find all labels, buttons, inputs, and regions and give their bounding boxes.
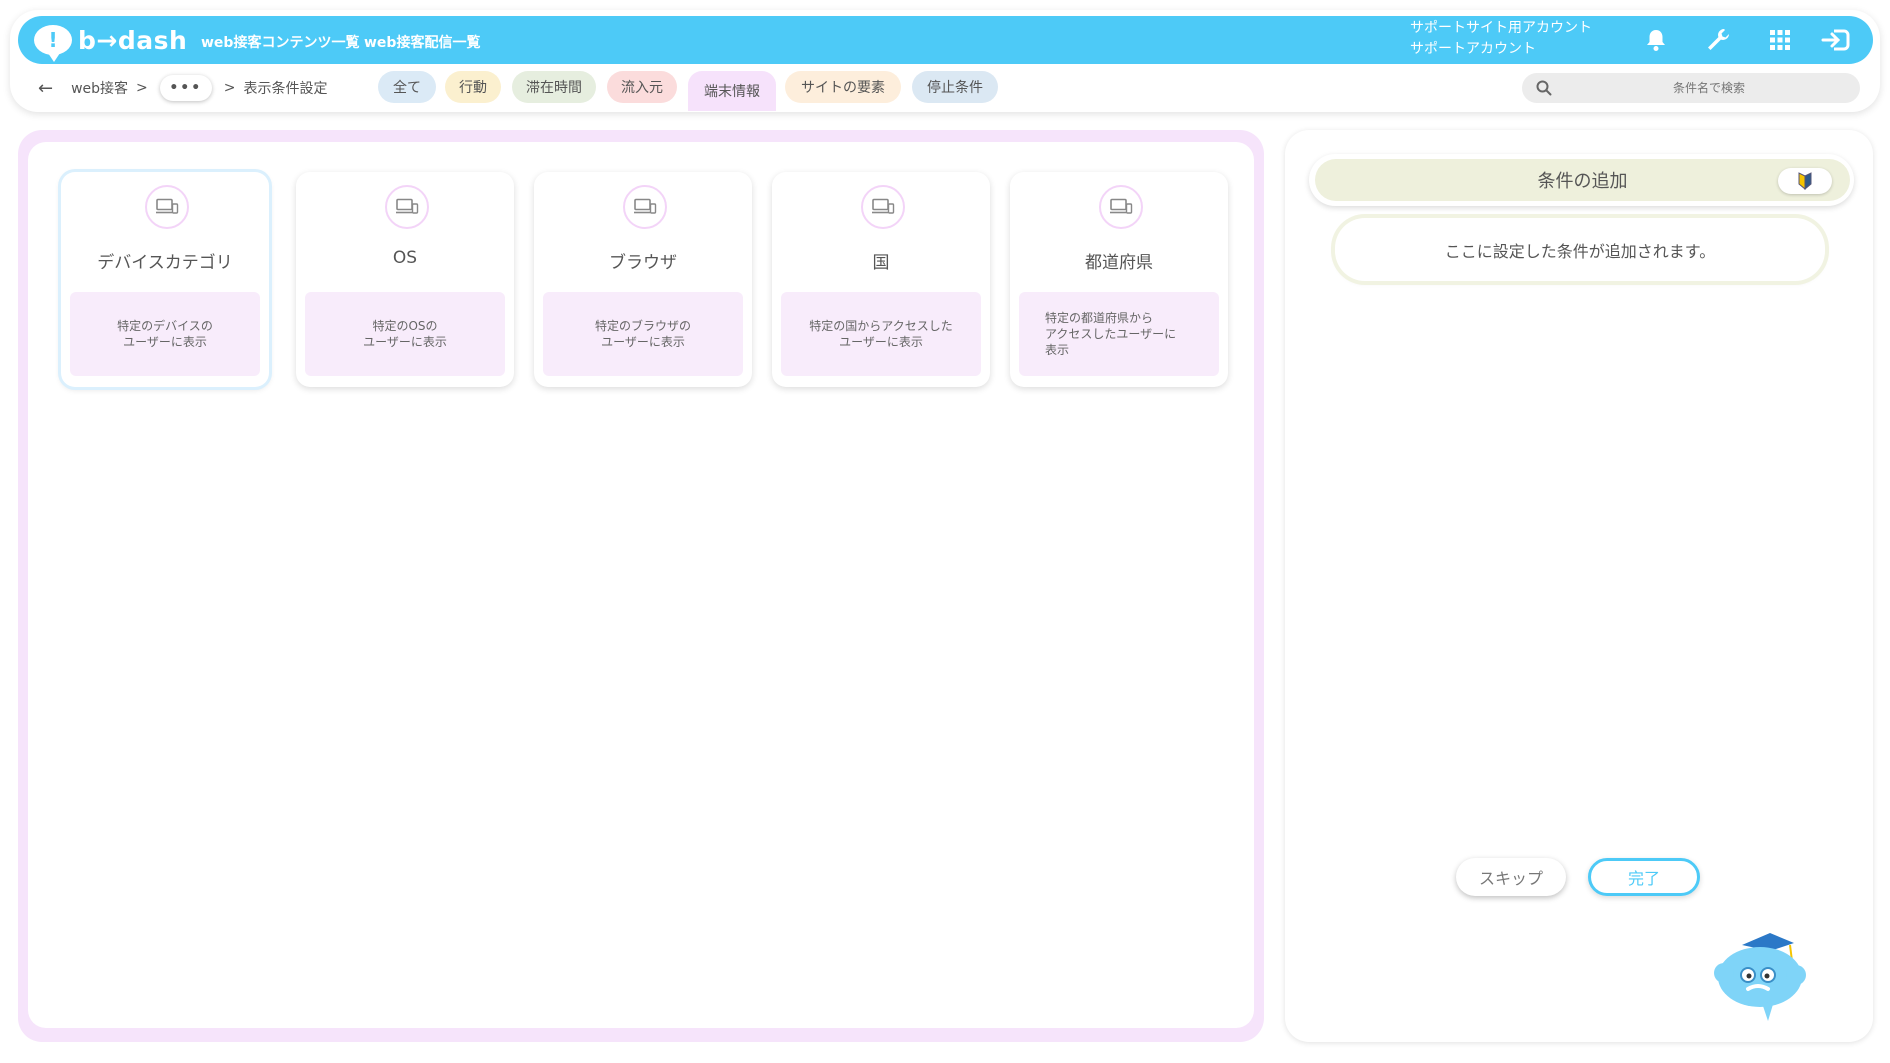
card-description: 特定のOSの ユーザーに表示 xyxy=(305,292,505,376)
mascot-icon xyxy=(1714,933,1806,1021)
account-line2: サポートアカウント xyxy=(1410,41,1536,57)
condition-card-area: デバイスカテゴリ 特定のデバイスの ユーザーに表示 OS 特定のOSの ユーザー… xyxy=(28,142,1254,1028)
card-title: デバイスカテゴリ xyxy=(97,253,233,273)
device-icon xyxy=(385,185,429,229)
tab-referrer[interactable]: 流入元 xyxy=(607,71,677,103)
condition-card-device-category[interactable]: デバイスカテゴリ 特定のデバイスの ユーザーに表示 xyxy=(61,172,269,387)
condition-card-os[interactable]: OS 特定のOSの ユーザーに表示 xyxy=(296,172,514,387)
search-icon xyxy=(1536,80,1552,96)
tab-stay-time[interactable]: 滞在時間 xyxy=(512,71,596,103)
search-input[interactable] xyxy=(1572,80,1846,96)
top-navbar: ! b→dash web接客コンテンツ一覧 web接客配信一覧 サポートサイト用… xyxy=(18,16,1873,64)
breadcrumb-current: 表示条件設定 xyxy=(243,81,328,97)
card-title: 都道府県 xyxy=(1085,253,1153,273)
device-icon xyxy=(145,185,189,229)
condition-card-country[interactable]: 国 特定の国からアクセスした ユーザーに表示 xyxy=(772,172,990,387)
grid-icon[interactable] xyxy=(1765,25,1795,55)
device-icon xyxy=(1099,185,1143,229)
nav-link-contents[interactable]: web接客コンテンツ一覧 xyxy=(201,32,359,52)
skip-button[interactable]: スキップ xyxy=(1456,858,1566,896)
card-title: ブラウザ xyxy=(609,253,677,273)
nav-link-deliveries[interactable]: web接客配信一覧 xyxy=(364,32,480,52)
condition-card-prefecture[interactable]: 都道府県 特定の都道府県から アクセスしたユーザーに 表示 xyxy=(1010,172,1228,387)
tab-all[interactable]: 全て xyxy=(378,71,436,103)
tab-device-info[interactable]: 端末情報 xyxy=(688,71,776,111)
breadcrumb-separator: > xyxy=(136,80,148,96)
logout-icon[interactable] xyxy=(1818,25,1854,55)
condition-add-panel: 条件の追加 ここに設定した条件が追加されます。 xyxy=(1285,130,1873,1042)
condition-add-header: 条件の追加 xyxy=(1309,154,1854,206)
beginner-mark-icon xyxy=(1798,172,1812,190)
beginner-mark-toggle[interactable] xyxy=(1778,168,1832,194)
logo-bubble-icon: ! xyxy=(34,25,72,62)
condition-list-panel: デバイスカテゴリ 特定のデバイスの ユーザーに表示 OS 特定のOSの ユーザー… xyxy=(18,130,1264,1042)
condition-search xyxy=(1522,73,1860,103)
account-info[interactable]: サポートサイト用アカウント サポートアカウント xyxy=(1410,18,1592,60)
done-button[interactable]: 完了 xyxy=(1588,858,1700,896)
breadcrumb: ← web接客 > ••• > 表示条件設定 xyxy=(38,73,328,103)
condition-drop-zone[interactable]: ここに設定した条件が追加されます。 xyxy=(1335,218,1825,281)
device-icon xyxy=(623,185,667,229)
account-line1: サポートサイト用アカウント xyxy=(1410,20,1592,36)
tab-stop-conditions[interactable]: 停止条件 xyxy=(912,71,998,103)
bdash-logo[interactable]: ! b→dash xyxy=(34,23,188,62)
breadcrumb-root[interactable]: web接客 xyxy=(71,78,128,98)
logo-text: b→dash xyxy=(78,25,188,55)
condition-add-title: 条件の追加 xyxy=(1315,159,1850,201)
card-description: 特定の国からアクセスした ユーザーに表示 xyxy=(781,292,981,376)
tab-behavior[interactable]: 行動 xyxy=(445,71,501,103)
bell-icon[interactable] xyxy=(1641,25,1671,55)
condition-card-browser[interactable]: ブラウザ 特定のブラウザの ユーザーに表示 xyxy=(534,172,752,387)
back-arrow-icon[interactable]: ← xyxy=(38,78,53,99)
card-description: 特定の都道府県から アクセスしたユーザーに 表示 xyxy=(1019,292,1219,376)
card-title: 国 xyxy=(872,253,890,273)
tab-site-elements[interactable]: サイトの要素 xyxy=(785,71,901,103)
card-description: 特定のブラウザの ユーザーに表示 xyxy=(543,292,743,376)
mascot-character[interactable] xyxy=(1712,925,1810,1025)
wrench-icon[interactable] xyxy=(1703,25,1733,55)
card-title: OS xyxy=(392,248,418,268)
card-description: 特定のデバイスの ユーザーに表示 xyxy=(70,292,260,376)
breadcrumb-more-button[interactable]: ••• xyxy=(159,75,212,101)
breadcrumb-separator: > xyxy=(223,80,236,96)
device-icon xyxy=(861,185,905,229)
